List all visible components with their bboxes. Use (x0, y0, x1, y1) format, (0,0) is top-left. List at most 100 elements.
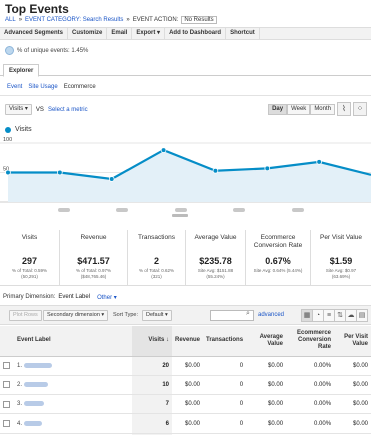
breadcrumb-event-category[interactable]: EVENT CATEGORY: Search Results (25, 17, 123, 23)
stat-label: Ecommerce Conversion Rate (253, 234, 303, 249)
average-value-cell: $0.00 (246, 375, 287, 396)
stat-value: 2 (153, 256, 159, 266)
per-visit-value-cell: $0.00 (334, 413, 371, 434)
pivot-icon[interactable]: ▤ (356, 309, 368, 322)
advanced-segments-button[interactable]: Advanced Segments (0, 28, 69, 39)
stat-average-value: Average Value $235.78 Site Avg: $151.88 … (186, 230, 246, 285)
data-point (264, 165, 271, 172)
column-header-visits[interactable]: Visits ↓ (132, 326, 172, 357)
period-week-button[interactable]: Week (287, 104, 311, 115)
search-icon[interactable]: ⌕ (246, 310, 250, 318)
column-header-revenue[interactable]: Revenue (172, 326, 204, 357)
tab-bar: Explorer (0, 62, 371, 77)
subtab-ecommerce[interactable]: Ecommerce (64, 84, 96, 90)
column-header-average-value[interactable]: Average Value (246, 326, 287, 357)
metric-dropdown[interactable]: Visits ▾ (5, 104, 32, 115)
table-row: 4. 6 $0.00 0 $0.00 0.00% $0.00 (0, 413, 371, 434)
data-point (108, 176, 115, 182)
series-dot-icon (5, 126, 11, 133)
stat-label: Visits (21, 234, 38, 241)
customize-button[interactable]: Customize (68, 28, 108, 39)
breadcrumb-all[interactable]: ALL (5, 17, 16, 23)
advanced-filter-link[interactable]: advanced (258, 312, 284, 318)
data-point (212, 167, 219, 174)
sort-type-label: Sort Type: (113, 312, 138, 318)
primary-dimension-value[interactable]: Event Label (58, 294, 90, 301)
stat-value: 0.67% (265, 256, 291, 266)
transactions-cell: 0 (203, 375, 247, 396)
period-day-button[interactable]: Day (268, 104, 288, 115)
table-row: 1. 20 $0.00 0 $0.00 0.00% $0.00 (0, 356, 371, 376)
table-row: 3. 7 $0.00 0 $0.00 0.00% $0.00 (0, 394, 371, 415)
tab-explorer[interactable]: Explorer (3, 64, 40, 77)
stat-visits: Visits 297 % of Total: 0.59% (50,291) (0, 230, 60, 285)
conversion-rate-cell: 0.00% (286, 394, 335, 415)
stat-value: $235.78 (199, 256, 232, 266)
column-header-conversion-rate[interactable]: Ecommerce Conversion Rate (286, 326, 335, 357)
revenue-cell: $0.00 (172, 394, 204, 415)
subtab-site-usage[interactable]: Site Usage (28, 84, 57, 90)
secondary-dimension-dropdown[interactable]: Secondary dimension ▾ (43, 310, 109, 321)
plot-rows-button[interactable]: Plot Rows (9, 310, 42, 321)
row-checkbox[interactable] (0, 413, 14, 434)
period-month-button[interactable]: Month (310, 104, 335, 115)
report-toolbar: Advanced Segments Customize Email Export… (0, 27, 371, 40)
x-tick-label (58, 208, 70, 212)
average-value-cell: $0.00 (246, 394, 287, 415)
row-checkbox[interactable] (0, 356, 14, 376)
event-label-cell[interactable]: 4. (14, 413, 132, 434)
other-dimension-dropdown[interactable]: Other ▾ (97, 294, 117, 301)
export-button[interactable]: Export ▾ (132, 28, 166, 39)
line-chart-icon[interactable]: ⌇ (337, 102, 351, 116)
transactions-cell: 0 (203, 394, 247, 415)
divider (0, 95, 371, 96)
sort-type-dropdown[interactable]: Default ▾ (142, 310, 172, 321)
email-button[interactable]: Email (107, 28, 133, 39)
page-title: Top Events (5, 2, 69, 16)
stat-revenue: Revenue $471.57 % of Total: 0.97% ($48,7… (60, 230, 128, 285)
transactions-cell: 0 (203, 356, 247, 376)
row-checkbox[interactable] (0, 375, 14, 396)
select-metric-link[interactable]: Select a metric (48, 107, 88, 113)
table-header-row: Event Label Visits ↓ Revenue Transaction… (0, 326, 371, 357)
conversion-rate-cell: 0.00% (286, 356, 335, 376)
event-label-cell[interactable]: 1. (14, 356, 132, 376)
conversion-rate-cell: 0.00% (286, 413, 335, 434)
stat-label: Average Value (194, 234, 237, 241)
add-to-dashboard-button[interactable]: Add to Dashboard (165, 28, 227, 39)
table-view-icons: ▦ ◔ ≡ ⇅ ☁ ▤ (301, 309, 368, 322)
breadcrumb: ALL » EVENT CATEGORY: Search Results » E… (5, 16, 217, 24)
average-value-cell: $0.00 (246, 356, 287, 376)
visits-cell: 6 (132, 413, 172, 434)
data-point (316, 159, 322, 165)
shortcut-button[interactable]: Shortcut (226, 28, 260, 39)
chart-type-buttons: ⌇ ⁘ (337, 102, 367, 116)
visits-chart[interactable]: 10050 (0, 134, 371, 222)
stat-sub: % of Total: 0.59% (50,291) (12, 268, 47, 279)
column-header-transactions[interactable]: Transactions (203, 326, 247, 357)
event-label-cell[interactable]: 3. (14, 394, 132, 415)
vs-label: VS (35, 106, 44, 113)
per-visit-value-cell: $0.00 (334, 394, 371, 415)
visits-cell: 10 (132, 375, 172, 396)
stat-sub: Site Avg: $0.97 (63.69%) (325, 268, 357, 279)
period-selector: Day Week Month (268, 104, 335, 115)
sort-arrow-icon: ↓ (166, 337, 169, 344)
event-label-cell[interactable]: 2. (14, 375, 132, 396)
column-header-per-visit-value[interactable]: Per Visit Value (334, 326, 371, 357)
revenue-cell: $0.00 (172, 413, 204, 434)
table-row: 2. 10 $0.00 0 $0.00 0.00% $0.00 (0, 375, 371, 396)
summary-stats: Visits 297 % of Total: 0.59% (50,291) Re… (0, 230, 371, 286)
pie-chart-icon (5, 46, 14, 55)
stat-label: Transactions (138, 234, 175, 241)
event-action-select[interactable]: No Results (181, 16, 217, 24)
motion-chart-icon[interactable]: ⁘ (353, 102, 367, 116)
stat-label: Per Visit Value (319, 234, 363, 241)
revenue-cell: $0.00 (172, 356, 204, 376)
table-controls: Plot Rows Secondary dimension ▾ Sort Typ… (0, 305, 371, 325)
subtab-event[interactable]: Event (7, 84, 22, 90)
stat-value: 297 (21, 256, 38, 266)
column-header-event-label[interactable]: Event Label (14, 326, 132, 357)
row-checkbox[interactable] (0, 394, 14, 415)
primary-dimension-label: Primary Dimension: (3, 294, 56, 300)
